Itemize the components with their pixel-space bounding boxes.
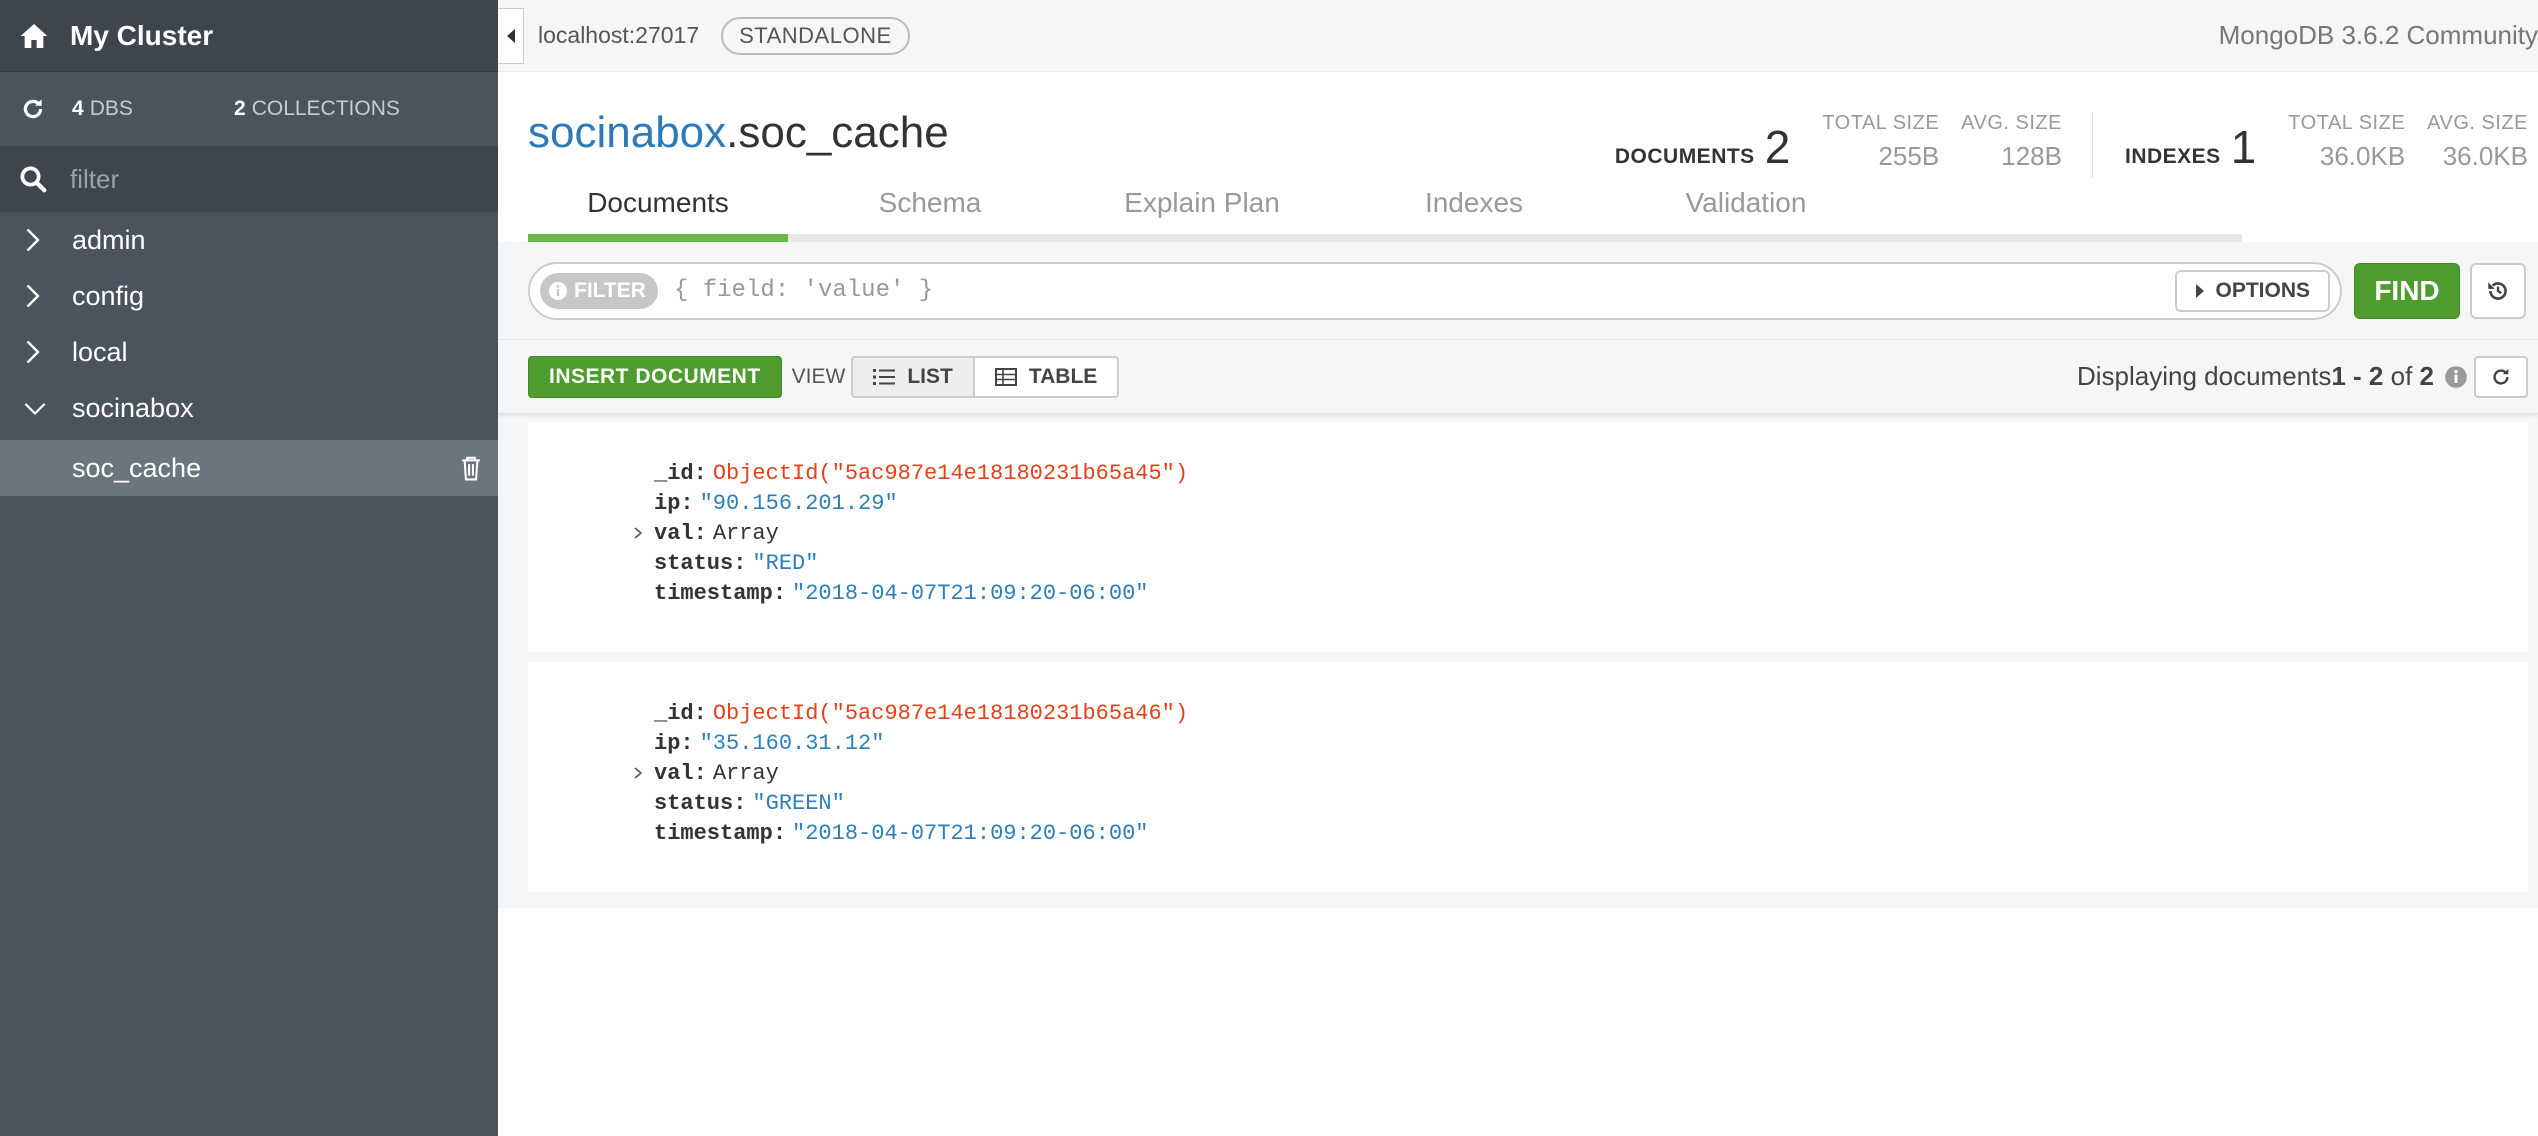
- collection-header: socinabox.soc_cache DOCUMENTS 2 TOTAL SI…: [498, 72, 2538, 242]
- main-panel: localhost:27017 STANDALONE MongoDB 3.6.2…: [498, 0, 2538, 1136]
- collection-stats: DOCUMENTS 2 TOTAL SIZE 255B AVG. SIZE 12…: [1615, 112, 2528, 178]
- search-icon: [20, 166, 47, 193]
- database-list: admin config local socinabox: [0, 212, 498, 436]
- db-label: config: [72, 280, 145, 311]
- document-field-ip: ip: "35.160.31.12": [654, 730, 885, 756]
- sidebar-collection-soc-cache[interactable]: soc_cache: [0, 440, 498, 496]
- indexes-total-size: TOTAL SIZE 36.0KB: [2288, 112, 2406, 171]
- db-label: socinabox: [72, 392, 194, 423]
- expand-caret-icon[interactable]: [632, 766, 644, 780]
- sidebar-item-local[interactable]: local: [0, 324, 498, 380]
- document-field-val[interactable]: val: Array: [528, 518, 2528, 548]
- dbs-count-stat: 4 DBS: [72, 97, 133, 120]
- tab-schema[interactable]: Schema: [800, 172, 1060, 234]
- db-label: admin: [72, 224, 146, 255]
- namespace-db-link[interactable]: socinabox: [528, 108, 726, 157]
- document-field-timestamp: timestamp: "2018-04-07T21:09:20-06:00": [654, 820, 1149, 846]
- document-field-ip: ip: "90.156.201.29": [654, 490, 898, 516]
- sidebar-item-config[interactable]: config: [0, 268, 498, 324]
- insert-document-button[interactable]: INSERT DOCUMENT: [528, 355, 782, 398]
- indexes-stat: INDEXES 1: [2125, 121, 2257, 173]
- db-label: local: [72, 336, 128, 367]
- indexes-avg-size: AVG. SIZE 36.0KB: [2427, 112, 2528, 171]
- instance-header: localhost:27017 STANDALONE MongoDB 3.6.2…: [498, 0, 2538, 72]
- trash-icon[interactable]: [458, 454, 484, 482]
- caret-right-icon: [2196, 283, 2205, 298]
- filter-box: FILTER OPTIONS: [528, 261, 2342, 320]
- document-field-status: status: "GREEN": [654, 790, 845, 816]
- document-field-id: _id: ObjectId("5ac987e14e18180231b65a46"): [654, 700, 1189, 726]
- document-list: _id: ObjectId("5ac987e14e18180231b65a45")…: [498, 414, 2538, 908]
- document-actions-bar: INSERT DOCUMENT VIEW LIST TABLE Displayi…: [498, 340, 2538, 414]
- table-view-button[interactable]: TABLE: [974, 355, 1120, 398]
- list-icon: [873, 368, 896, 385]
- sidebar-item-admin[interactable]: admin: [0, 212, 498, 268]
- history-icon: [2488, 281, 2507, 300]
- chevron-down-icon: [24, 403, 46, 416]
- pagination-summary: Displaying documents 1 - 2 of 2: [2077, 361, 2468, 392]
- document-field-val[interactable]: val: Array: [528, 758, 2528, 788]
- view-switcher: LIST TABLE: [851, 355, 1120, 398]
- list-view-button[interactable]: LIST: [851, 355, 975, 398]
- chevron-right-icon: [26, 228, 40, 252]
- document-field-status: status: "RED": [654, 550, 819, 576]
- host-label: localhost:27017: [538, 22, 700, 48]
- sidebar-item-socinabox[interactable]: socinabox: [0, 380, 498, 436]
- sidebar: My Cluster 4DBS 2COLLECTIONS admin confi…: [0, 0, 498, 1136]
- refresh-icon: [2493, 368, 2509, 385]
- documents-avg-size: AVG. SIZE 128B: [1961, 112, 2062, 171]
- collection-label: soc_cache: [72, 452, 202, 483]
- topology-badge: STANDALONE: [721, 16, 910, 55]
- document-field-timestamp: timestamp: "2018-04-07T21:09:20-06:00": [654, 580, 1149, 606]
- find-button[interactable]: FIND: [2354, 262, 2460, 319]
- tab-validation[interactable]: Validation: [1616, 172, 1876, 234]
- collection-tabs: Documents Schema Explain Plan Indexes Va…: [528, 172, 2242, 242]
- version-label: MongoDB 3.6.2 Community: [2218, 20, 2538, 50]
- document-field-id: _id: ObjectId("5ac987e14e18180231b65a45"): [654, 460, 1189, 486]
- tab-explain-plan[interactable]: Explain Plan: [1072, 172, 1332, 234]
- info-icon: [549, 281, 567, 300]
- collections-count-stat: 2 COLLECTIONS: [234, 97, 400, 120]
- table-icon: [994, 367, 1017, 386]
- refresh-icon[interactable]: [20, 96, 46, 122]
- chevron-right-icon: [26, 340, 40, 364]
- sidebar-filter: [0, 146, 498, 212]
- tab-documents[interactable]: Documents: [528, 172, 788, 242]
- cluster-name: My Cluster: [70, 19, 214, 51]
- tab-indexes[interactable]: Indexes: [1344, 172, 1604, 234]
- filter-query-input[interactable]: [673, 277, 2074, 304]
- home-icon: [20, 23, 48, 48]
- documents-stat: DOCUMENTS 2: [1614, 121, 1791, 173]
- expand-caret-icon[interactable]: [632, 526, 644, 540]
- view-label: VIEW: [791, 364, 846, 388]
- sidebar-filter-input[interactable]: [70, 163, 470, 195]
- refresh-documents-button[interactable]: [2474, 355, 2528, 398]
- namespace-title: socinabox.soc_cache: [528, 108, 949, 158]
- stats-divider: [2092, 112, 2093, 178]
- query-history-button[interactable]: [2470, 262, 2526, 319]
- info-icon[interactable]: [2444, 365, 2468, 389]
- collapse-sidebar-button[interactable]: [498, 7, 524, 64]
- sidebar-stats: 4 DBS 2 COLLECTIONS: [0, 72, 498, 146]
- filter-pill: FILTER: [540, 272, 658, 309]
- namespace-collection: .soc_cache: [726, 108, 949, 157]
- documents-total-size: TOTAL SIZE 255B: [1822, 112, 1940, 171]
- caret-left-icon: [506, 28, 515, 43]
- options-button[interactable]: OPTIONS: [2175, 269, 2330, 312]
- document-card[interactable]: _id: ObjectId("5ac987e14e18180231b65a45")…: [528, 422, 2528, 652]
- document-card[interactable]: _id: ObjectId("5ac987e14e18180231b65a46")…: [528, 662, 2528, 892]
- sidebar-header[interactable]: My Cluster: [0, 0, 498, 72]
- chevron-right-icon: [26, 284, 40, 308]
- query-bar: FILTER OPTIONS FIND: [498, 242, 2538, 340]
